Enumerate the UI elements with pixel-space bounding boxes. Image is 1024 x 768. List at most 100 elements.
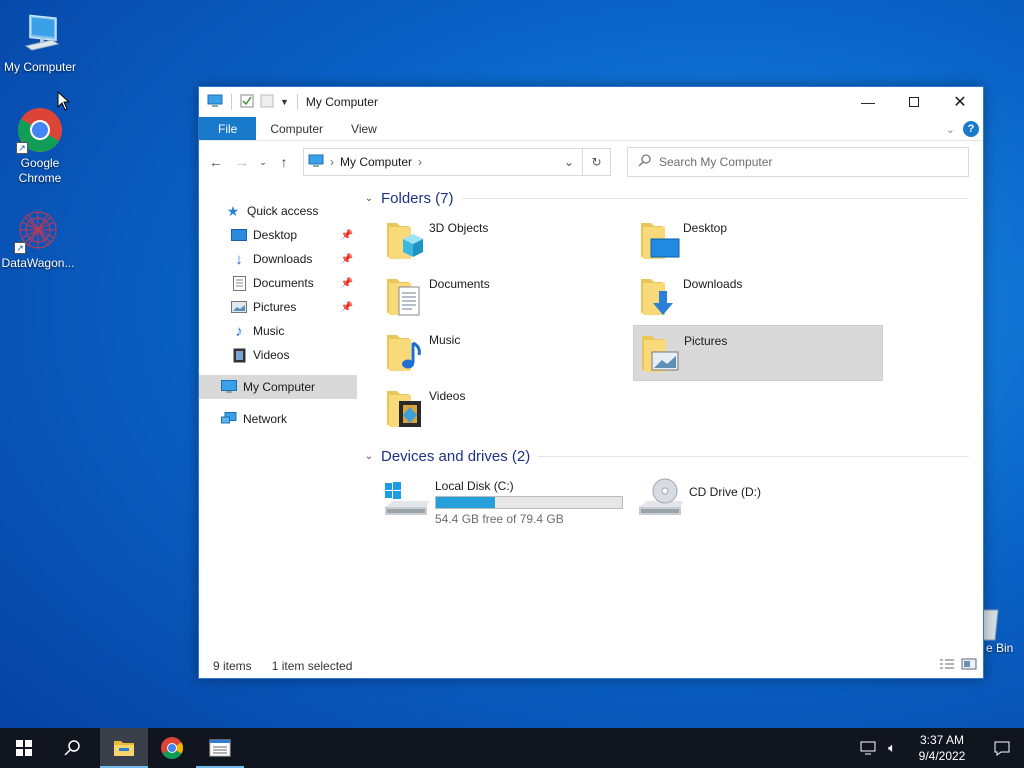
chevron-down-icon: ⌄ <box>364 450 374 462</box>
nav-item-my-computer[interactable]: My Computer <box>199 375 357 399</box>
picture-icon <box>231 299 247 315</box>
search-taskbar-button[interactable] <box>48 728 96 768</box>
nav-item-label: My Computer <box>243 380 316 394</box>
search-box[interactable] <box>627 147 969 177</box>
new-folder-icon[interactable] <box>260 94 274 111</box>
desktop-icon-label: Google Chrome <box>18 156 62 185</box>
monitor-icon <box>16 10 64 58</box>
clock-time: 3:37 AM <box>919 733 965 747</box>
drives-grid: Local Disk (C:) 54.4 GB free of 79.4 GB … <box>379 473 977 533</box>
breadcrumb-separator-icon[interactable]: › <box>330 155 334 169</box>
desktop-icon-label: e Bin <box>986 641 1014 655</box>
tab-view[interactable]: View <box>337 117 391 140</box>
up-button[interactable]: ↑ <box>273 151 295 173</box>
windows-drive-icon <box>383 477 431 523</box>
computer-icon <box>308 154 324 171</box>
computer-icon <box>221 379 237 395</box>
folder-videos[interactable]: Videos <box>379 381 633 437</box>
title-bar[interactable]: ▼ My Computer — ✕ <box>199 87 983 117</box>
taskbar-chrome[interactable] <box>148 728 196 768</box>
arrow-left-icon: ← <box>209 154 223 170</box>
folders-grid: 3D Objects Desktop Documents Downloads M… <box>379 213 977 437</box>
breadcrumb-my-computer[interactable]: My Computer <box>340 155 412 169</box>
music-note-icon: ♪ <box>235 322 243 340</box>
forward-button[interactable]: → <box>231 151 253 173</box>
chevron-down-icon: ⌄ <box>364 192 374 204</box>
folder-documents[interactable]: Documents <box>379 269 633 325</box>
nav-item-pictures[interactable]: Pictures 📌 <box>199 295 357 319</box>
nav-item-desktop[interactable]: Desktop 📌 <box>199 223 357 247</box>
details-view-icon[interactable] <box>939 658 955 673</box>
drive-usage-fill <box>436 497 495 508</box>
maximize-button[interactable] <box>891 87 937 117</box>
shortcut-arrow-icon: ↗ <box>14 242 26 254</box>
nav-quick-access[interactable]: ★ Quick access <box>199 199 357 223</box>
nav-item-downloads[interactable]: ↓ Downloads 📌 <box>199 247 357 271</box>
volume-icon[interactable]: 🔈︎ <box>880 740 904 756</box>
group-title: Devices and drives (2) <box>381 447 531 465</box>
start-button[interactable] <box>0 728 48 768</box>
folder-label: Desktop <box>683 221 728 235</box>
drive-cd-d[interactable]: CD Drive (D:) <box>633 473 883 533</box>
address-bar[interactable]: › My Computer › ⌄ <box>303 148 583 176</box>
folder-downloads[interactable]: Downloads <box>633 269 883 325</box>
nav-item-label: Music <box>253 324 285 338</box>
back-button[interactable]: ← <box>205 151 227 173</box>
drives-group-header[interactable]: ⌄ Devices and drives (2) <box>361 443 977 469</box>
close-button[interactable]: ✕ <box>937 87 983 117</box>
nav-item-network[interactable]: Network <box>199 407 357 431</box>
tab-computer[interactable]: Computer <box>256 117 337 140</box>
folder-desktop[interactable]: Desktop <box>633 213 883 269</box>
address-dropdown-button[interactable]: ⌄ <box>556 149 582 175</box>
selection-count: 1 item selected <box>271 659 353 673</box>
taskbar-app-list[interactable] <box>196 728 244 768</box>
folder-pictures[interactable]: Pictures <box>633 325 883 381</box>
folder-music[interactable]: Music <box>379 325 633 381</box>
toolbar-divider <box>296 94 298 110</box>
drive-local-disk-c[interactable]: Local Disk (C:) 54.4 GB free of 79.4 GB <box>379 473 633 533</box>
folders-group-header[interactable]: ⌄ Folders (7) <box>361 185 977 211</box>
music-folder-icon <box>383 329 427 375</box>
clock[interactable]: 3:37 AM 9/4/2022 <box>904 732 980 764</box>
desktop-icon-google-chrome[interactable]: ↗ Google Chrome <box>0 106 80 186</box>
drive-label: CD Drive (D:) <box>689 485 761 499</box>
group-divider <box>538 455 969 457</box>
star-icon: ★ <box>226 202 240 219</box>
cd-drive-icon <box>637 477 685 523</box>
tab-file[interactable]: File <box>199 117 257 140</box>
minimize-button[interactable]: — <box>845 87 891 117</box>
desktop-icon-my-computer[interactable]: My Computer <box>0 10 80 75</box>
film-icon <box>231 347 247 363</box>
taskbar-file-explorer[interactable] <box>100 728 148 768</box>
documents-folder-icon <box>383 273 427 319</box>
ribbon-tabs: File Computer View ⌄ ? <box>199 117 983 141</box>
group-title: Folders (7) <box>381 189 454 207</box>
pin-icon: 📌 <box>340 277 353 289</box>
notifications-icon[interactable] <box>980 740 1024 756</box>
folder-label: Documents <box>429 277 490 291</box>
chevron-down-icon: ⌄ <box>259 156 267 167</box>
customize-toolbar-icon[interactable]: ▼ <box>280 97 289 107</box>
nav-item-music[interactable]: ♪ Music <box>199 319 357 343</box>
network-tray-icon[interactable] <box>856 741 880 755</box>
desktop-icon-datawagon[interactable]: ↗ DataWagon... <box>0 206 78 271</box>
expand-ribbon-chevron-icon[interactable]: ⌄ <box>946 123 955 136</box>
toolbar-divider <box>231 94 232 110</box>
download-arrow-icon: ↓ <box>235 250 243 268</box>
refresh-icon: ↻ <box>591 155 602 169</box>
breadcrumb-separator-icon[interactable]: › <box>418 155 422 169</box>
help-icon[interactable]: ? <box>963 121 979 137</box>
folder-3d-objects[interactable]: 3D Objects <box>379 213 633 269</box>
search-input[interactable] <box>659 155 949 169</box>
close-icon: ✕ <box>953 94 967 111</box>
drive-free-space: 54.4 GB free of 79.4 GB <box>435 512 564 526</box>
navigation-bar: ← → ⌄ ↑ › My Computer › ⌄ ↻ <box>199 141 983 183</box>
nav-item-label: Downloads <box>253 252 313 266</box>
properties-icon[interactable] <box>240 94 254 111</box>
folder-label: Music <box>429 333 461 347</box>
recent-locations-button[interactable]: ⌄ <box>257 151 269 173</box>
refresh-button[interactable]: ↻ <box>583 148 611 176</box>
nav-item-videos[interactable]: Videos <box>199 343 357 367</box>
large-icons-view-icon[interactable] <box>961 658 977 673</box>
nav-item-documents[interactable]: Documents 📌 <box>199 271 357 295</box>
